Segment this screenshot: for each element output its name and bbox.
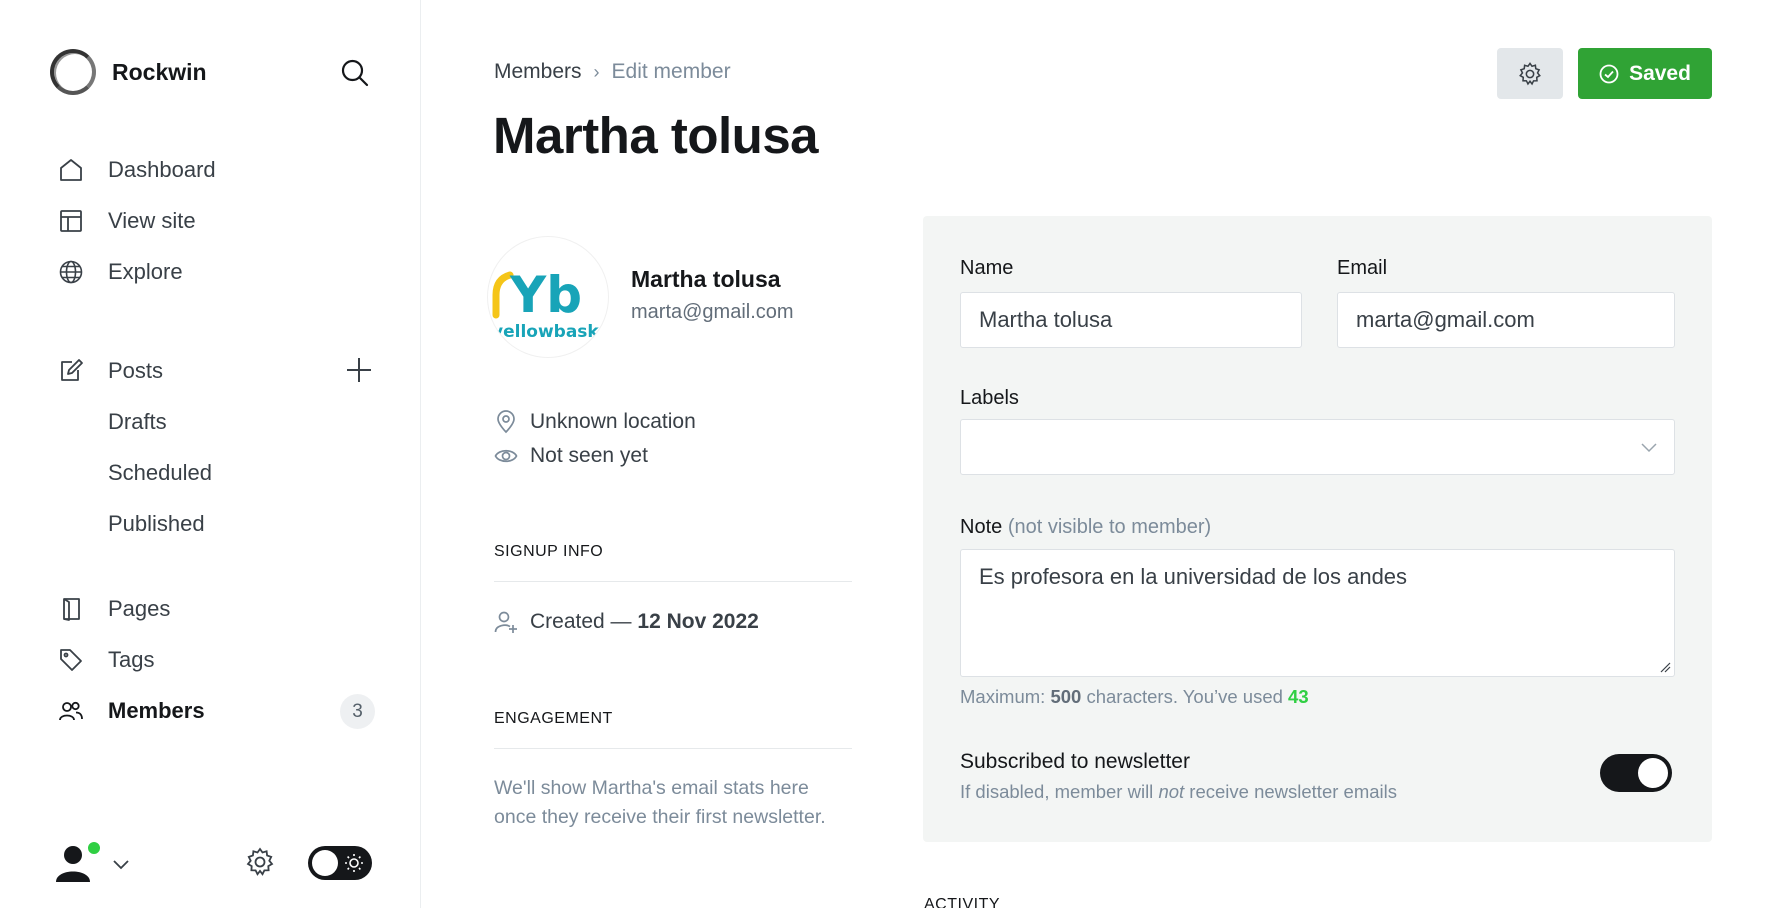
newsletter-sub-b: receive newsletter emails <box>1189 781 1397 802</box>
yellowbasket-logo: Yb yellowbasket.i <box>492 266 609 342</box>
home-icon <box>58 157 84 183</box>
globe-icon <box>58 259 84 285</box>
nav-drafts[interactable]: Drafts <box>108 405 167 439</box>
nav-tags[interactable]: Tags <box>58 643 154 677</box>
divider <box>494 581 852 582</box>
seen-row: Not seen yet <box>494 444 648 468</box>
nav-posts[interactable]: Posts <box>58 354 163 388</box>
name-input[interactable]: Martha tolusa <box>960 292 1302 348</box>
settings-gear-icon[interactable] <box>244 846 276 878</box>
member-email: marta@gmail.com <box>631 301 794 323</box>
location-text: Unknown location <box>530 410 696 433</box>
brand[interactable]: Rockwin <box>50 48 207 96</box>
eye-icon <box>494 449 518 463</box>
note-textarea[interactable]: Es profesora en la universidad de los an… <box>960 549 1675 677</box>
nav-label: Pages <box>108 596 171 621</box>
saved-label: Saved <box>1629 61 1691 85</box>
sidebar: Rockwin Dashboard View site Explore Post… <box>0 0 421 908</box>
chevron-down-icon <box>1641 443 1657 453</box>
created-prefix: Created — <box>530 610 632 633</box>
logo-caption: yellowbasket.i <box>492 322 609 342</box>
sun-icon <box>345 854 363 872</box>
labels-select[interactable] <box>960 419 1675 475</box>
max-value: 500 <box>1050 686 1082 707</box>
location-pin-icon <box>497 410 515 434</box>
tag-icon <box>58 647 84 673</box>
brand-logo <box>50 49 96 95</box>
email-input[interactable]: marta@gmail.com <box>1337 292 1675 348</box>
note-label: Note (not visible to member) <box>960 516 1211 539</box>
max-prefix: Maximum: <box>960 686 1046 707</box>
members-count-badge: 3 <box>340 694 375 729</box>
max-mid: characters. You’ve used <box>1086 686 1283 707</box>
note-label-hint: (not visible to member) <box>1007 516 1212 538</box>
nav-label: Tags <box>108 647 155 672</box>
online-status-dot <box>86 840 102 856</box>
location-row: Unknown location <box>494 410 696 434</box>
resize-grip-icon[interactable] <box>1659 661 1671 673</box>
breadcrumb-current: Edit member <box>611 60 731 83</box>
name-label: Name <box>960 257 1014 279</box>
breadcrumb: Members › Edit member <box>494 60 731 84</box>
nav-explore[interactable]: Explore <box>58 255 183 289</box>
created-date: 12 Nov 2022 <box>637 610 759 633</box>
nav-scheduled[interactable]: Scheduled <box>108 456 212 490</box>
chevron-down-icon[interactable] <box>110 853 132 875</box>
newsletter-sub-em: not <box>1158 781 1185 802</box>
members-icon <box>58 698 84 724</box>
note-label-text: Note <box>960 516 1003 538</box>
saved-button[interactable]: Saved <box>1578 48 1712 99</box>
brand-name: Rockwin <box>112 58 207 85</box>
layout-icon <box>58 208 84 234</box>
member-settings-button[interactable] <box>1497 48 1563 99</box>
nav-dashboard[interactable]: Dashboard <box>58 153 216 187</box>
theme-toggle[interactable] <box>308 846 372 880</box>
nav-view-site[interactable]: View site <box>58 204 196 238</box>
activity-heading: ACTIVITY <box>924 896 1001 908</box>
newsletter-sub-a: If disabled, member will <box>960 781 1154 802</box>
add-post-button[interactable] <box>344 355 374 385</box>
nav-published[interactable]: Published <box>108 507 205 541</box>
nav-label: Posts <box>108 358 164 383</box>
chevron-right-icon: › <box>593 61 600 82</box>
newsletter-title: Subscribed to newsletter <box>960 750 1190 773</box>
toggle-knob <box>312 850 338 876</box>
created-row: Created — 12 Nov 2022 <box>494 610 759 634</box>
logo-text: Yb <box>509 266 582 324</box>
page-icon <box>58 596 84 622</box>
toggle-knob <box>1638 758 1668 788</box>
check-circle-icon <box>1599 64 1619 83</box>
page-title: Martha tolusa <box>493 107 819 164</box>
engagement-text: We'll show Martha's email stats here onc… <box>494 777 826 828</box>
signup-info-heading: SIGNUP INFO <box>494 543 604 560</box>
email-label: Email <box>1337 257 1388 279</box>
nav-label: View site <box>108 208 196 233</box>
divider <box>494 748 852 749</box>
gear-icon <box>1519 61 1541 85</box>
newsletter-subtitle: If disabled, member will not receive new… <box>960 781 1397 803</box>
breadcrumb-members-link[interactable]: Members <box>494 60 582 84</box>
user-plus-icon <box>494 611 517 633</box>
labels-label: Labels <box>960 387 1019 409</box>
note-char-count: Maximum: 500 characters. You’ve used 43 <box>960 686 1309 708</box>
member-avatar[interactable]: Yb yellowbasket.i <box>487 236 609 358</box>
seen-text: Not seen yet <box>530 444 648 467</box>
newsletter-toggle[interactable] <box>1600 754 1672 792</box>
edit-icon <box>58 358 84 384</box>
used-value: 43 <box>1288 686 1309 707</box>
note-text: Es profesora en la universidad de los an… <box>979 564 1408 589</box>
search-icon[interactable] <box>340 58 370 88</box>
nav-label: Explore <box>108 259 183 284</box>
engagement-heading: ENGAGEMENT <box>494 710 613 727</box>
nav-label: Members <box>108 698 205 723</box>
nav-pages[interactable]: Pages <box>58 592 170 626</box>
nav-members[interactable]: Members <box>58 694 205 728</box>
nav-label: Dashboard <box>108 157 216 182</box>
member-name: Martha tolusa <box>631 266 781 292</box>
